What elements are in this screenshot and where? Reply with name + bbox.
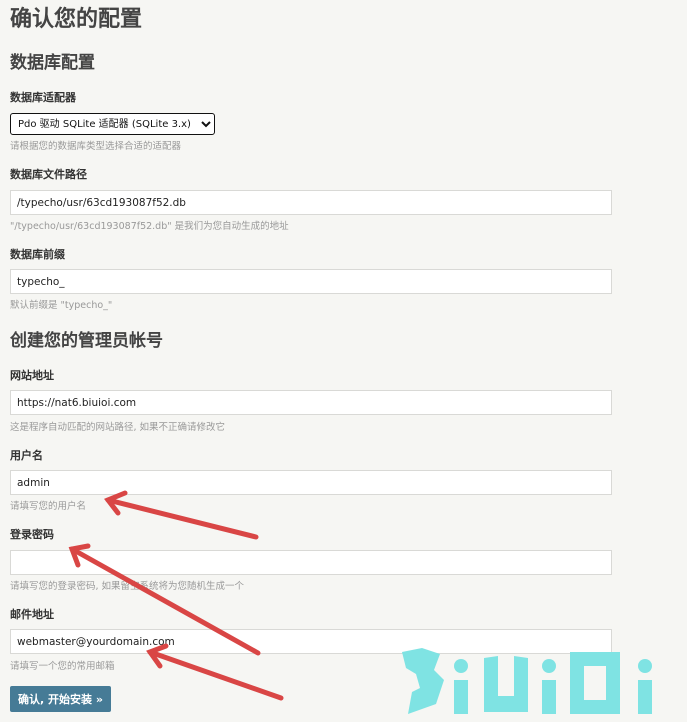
email-description: 请填写一个您的常用邮箱 (10, 661, 115, 672)
annotation-arrows (68, 490, 284, 701)
page-title: 确认您的配置 (10, 7, 143, 32)
prefix-description: 默认前缀是 "typecho_" (10, 300, 113, 311)
file-path-input[interactable] (10, 190, 612, 215)
username-description: 请填写您的用户名 (10, 501, 87, 512)
admin-section-title: 创建您的管理员帐号 (10, 331, 163, 351)
site-url-description: 这是程序自动匹配的网站路径, 如果不正确请修改它 (10, 422, 226, 433)
site-url-input[interactable] (10, 390, 612, 415)
site-url-label: 网站地址 (10, 369, 54, 382)
adapter-description: 请根据您的数据库类型选择合适的适配器 (10, 141, 182, 152)
file-path-description: "/typecho/usr/63cd193087f52.db" 是我们为您自动生… (10, 221, 289, 232)
password-description: 请填写您的登录密码, 如果留空系统将为您随机生成一个 (10, 581, 245, 592)
password-label: 登录密码 (10, 528, 54, 541)
red-arrow-icon (104, 490, 259, 540)
adapter-select[interactable]: Pdo 驱动 SQLite 适配器 (SQLite 3.x) (10, 113, 215, 135)
submit-install-button[interactable]: 确认, 开始安装 » (10, 686, 111, 712)
password-input[interactable] (10, 550, 612, 575)
username-label: 用户名 (10, 449, 43, 462)
prefix-label: 数据库前缀 (10, 248, 65, 261)
database-section-title: 数据库配置 (10, 53, 95, 73)
email-label: 邮件地址 (10, 608, 54, 621)
prefix-input[interactable] (10, 269, 612, 294)
username-input[interactable] (10, 470, 612, 495)
adapter-label: 数据库适配器 (10, 91, 76, 104)
email-input[interactable] (10, 629, 612, 654)
file-path-label: 数据库文件路径 (10, 168, 87, 181)
